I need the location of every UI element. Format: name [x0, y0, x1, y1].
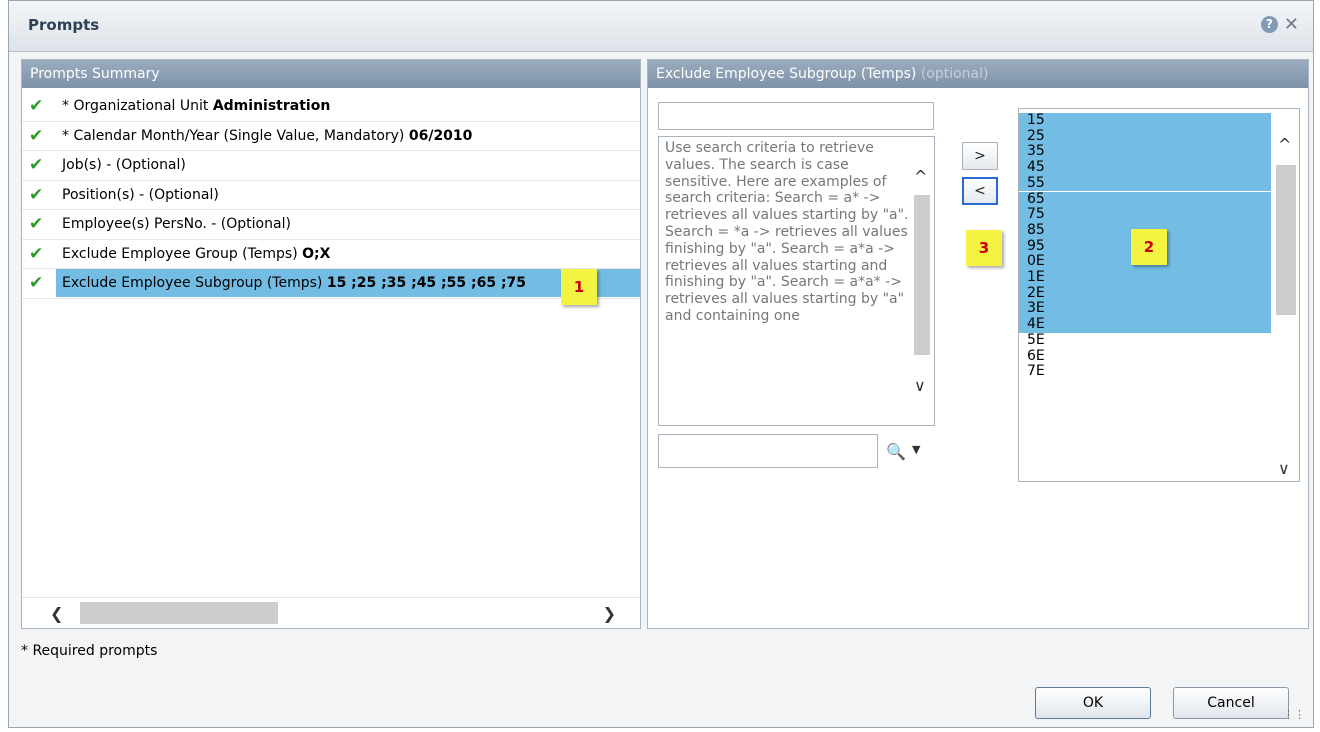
prompt-name: * Calendar Month/Year (Single Value, Man… — [62, 127, 409, 144]
value-list-item[interactable]: 3E — [1019, 301, 1271, 318]
summary-row-label: * Organizational Unit Administration — [56, 92, 640, 120]
title-bar: Prompts ? ✕ — [9, 1, 1313, 52]
value-list-item[interactable]: 7E — [1019, 363, 1271, 380]
summary-row-label: Job(s) - (Optional) — [56, 151, 640, 179]
prompts-dialog: Prompts ? ✕ Prompts Summary ✔ * Organizat… — [8, 0, 1314, 728]
prompt-name: * Organizational Unit — [62, 98, 213, 114]
remove-value-button[interactable]: < — [962, 177, 998, 205]
value-list-item[interactable]: 4E — [1019, 316, 1271, 333]
check-icon: ✔ — [29, 125, 44, 146]
prompt-value: 15 ;25 ;35 ;45 ;55 ;65 ;75 — [326, 275, 527, 291]
summary-row[interactable]: ✔ Exclude Employee Group (Temps) O;X — [22, 240, 640, 269]
value-list-item[interactable]: 6E — [1019, 348, 1271, 365]
scroll-thumb[interactable] — [914, 195, 930, 355]
dialog-title: Prompts — [28, 16, 100, 34]
values-filter-input[interactable] — [658, 102, 934, 130]
scroll-left-icon[interactable]: ❮ — [50, 604, 63, 623]
prompts-summary-panel: Prompts Summary ✔ * Organizational Unit A… — [21, 59, 641, 629]
summary-row[interactable]: ✔ Job(s) - (Optional) — [22, 151, 640, 181]
values-vertical-scrollbar[interactable]: ^ ∨ — [1273, 109, 1299, 481]
prompt-detail-panel: Exclude Employee Subgroup (Temps) (optio… — [647, 59, 1309, 629]
value-list-item[interactable]: 15 — [1019, 112, 1271, 129]
prompt-name: Exclude Employee Group (Temps) — [62, 245, 303, 262]
check-icon: ✔ — [29, 243, 44, 264]
summary-row[interactable]: ✔ * Organizational Unit Administration — [22, 92, 640, 122]
value-list-item[interactable]: 75 — [1019, 206, 1271, 223]
callout-3: 3 — [966, 230, 1002, 266]
summary-row[interactable]: ✔ Position(s) - (Optional) — [22, 181, 640, 210]
help-vertical-scrollbar[interactable]: ^ ∨ — [910, 137, 934, 425]
prompt-value: O;X — [302, 245, 331, 262]
value-list-item[interactable]: 2E — [1019, 285, 1271, 302]
value-list-item[interactable]: 55 — [1019, 175, 1271, 192]
scroll-down-icon[interactable]: ∨ — [1278, 459, 1290, 478]
optional-label: (optional) — [916, 66, 989, 82]
prompt-value: Administration — [212, 98, 331, 114]
summary-row[interactable]: ✔ Exclude Employee Subgroup (Temps) 15 ;2… — [22, 269, 640, 299]
prompts-summary-list: ✔ * Organizational Unit Administration ✔ * … — [22, 92, 640, 299]
check-icon: ✔ — [29, 184, 44, 205]
help-icon[interactable]: ? — [1260, 16, 1278, 33]
prompts-summary-header: Prompts Summary — [22, 60, 640, 88]
callout-2: 2 — [1131, 229, 1167, 265]
value-list-item[interactable]: 25 — [1019, 128, 1271, 145]
check-icon: ✔ — [29, 96, 44, 116]
search-help-text: Use search criteria to retrieve values. … — [665, 140, 909, 324]
summary-row-label: Exclude Employee Subgroup (Temps) 15 ;25… — [56, 269, 640, 297]
ok-button[interactable]: OK — [1035, 687, 1151, 719]
prompt-detail-title: Exclude Employee Subgroup (Temps) — [656, 66, 917, 82]
value-list-item[interactable]: 5E — [1019, 332, 1271, 349]
search-icon[interactable]: 🔍 — [886, 442, 906, 461]
required-prompts-note: * Required prompts — [21, 643, 158, 659]
scroll-right-icon[interactable]: ❯ — [603, 604, 616, 623]
prompt-name: Exclude Employee Subgroup (Temps) — [62, 275, 327, 291]
selected-values-list[interactable]: 15 25 35 45 55 65 75 85 95 0E 1E 2E 3E 4E 5E 6E 7E ^ ∨ 2 — [1018, 108, 1300, 482]
scroll-up-icon[interactable]: ^ — [1278, 135, 1291, 154]
check-icon: ✔ — [29, 214, 44, 234]
prompt-name: Employee(s) PersNo. - (Optional) — [62, 216, 291, 232]
chevron-down-icon[interactable]: ▼ — [912, 443, 920, 456]
value-list-item[interactable]: 1E — [1019, 269, 1271, 286]
scroll-thumb[interactable] — [1276, 165, 1296, 315]
scroll-down-icon[interactable]: ∨ — [914, 376, 926, 395]
cancel-button[interactable]: Cancel — [1173, 687, 1289, 719]
value-list-item[interactable]: 45 — [1019, 159, 1271, 176]
prompt-detail-header: Exclude Employee Subgroup (Temps) (optio… — [648, 60, 1308, 88]
horizontal-scrollbar[interactable]: ❮ ❯ — [22, 597, 640, 628]
prompt-value: 06/2010 — [408, 127, 473, 144]
scroll-thumb[interactable] — [80, 602, 278, 624]
value-list-item[interactable]: 35 — [1019, 144, 1271, 161]
search-help-box: Use search criteria to retrieve values. … — [658, 136, 935, 426]
value-list-item[interactable]: 65 — [1019, 191, 1271, 208]
close-icon[interactable]: ✕ — [1284, 16, 1299, 34]
prompt-name: Position(s) - (Optional) — [62, 186, 219, 203]
summary-row-label: Employee(s) PersNo. - (Optional) — [56, 210, 640, 238]
check-icon: ✔ — [29, 155, 44, 175]
search-input[interactable] — [658, 434, 878, 468]
summary-row[interactable]: ✔ Employee(s) PersNo. - (Optional) — [22, 210, 640, 240]
add-value-button[interactable]: > — [962, 142, 998, 170]
summary-row-label: Position(s) - (Optional) — [56, 181, 640, 209]
check-icon: ✔ — [29, 273, 44, 293]
summary-row-label: * Calendar Month/Year (Single Value, Man… — [56, 122, 640, 150]
resize-grip-icon[interactable]: ⋮⋮ — [1283, 708, 1305, 721]
summary-row-label: Exclude Employee Group (Temps) O;X — [56, 240, 640, 268]
callout-1: 1 — [561, 269, 597, 305]
prompt-name: Job(s) - (Optional) — [62, 157, 186, 173]
summary-row[interactable]: ✔ * Calendar Month/Year (Single Value, Ma… — [22, 122, 640, 151]
scroll-up-icon[interactable]: ^ — [914, 167, 927, 186]
